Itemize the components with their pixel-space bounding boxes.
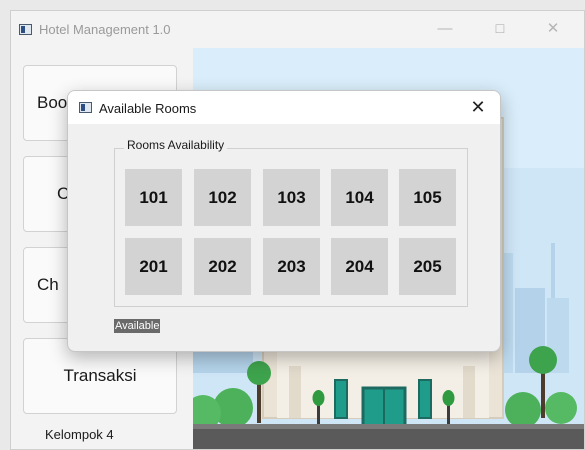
app-window-icon — [19, 24, 32, 35]
dialog-close-button[interactable]: ✕ — [466, 95, 490, 119]
room-102-tile[interactable]: 102 — [194, 169, 251, 226]
room-204-tile[interactable]: 204 — [331, 238, 388, 295]
transaksi-button-label: Transaksi — [63, 366, 137, 385]
dialog-title: Available Rooms — [99, 101, 197, 116]
rooms-availability-label: Rooms Availability — [124, 138, 228, 152]
close-button[interactable]: ✕ — [530, 17, 576, 41]
available-rooms-dialog: Available Rooms ✕ Rooms Availability 101… — [67, 90, 501, 352]
room-203-tile[interactable]: 203 — [263, 238, 320, 295]
room-103-tile[interactable]: 103 — [263, 169, 320, 226]
title-bar: Hotel Management 1.0 — ☐ ✕ — [11, 11, 584, 48]
footer-group-label: Kelompok 4 — [45, 427, 114, 442]
room-105-tile[interactable]: 105 — [399, 169, 456, 226]
room-202-tile[interactable]: 202 — [194, 238, 251, 295]
available-legend: Available — [114, 319, 161, 333]
room-101-tile[interactable]: 101 — [125, 169, 182, 226]
room-201-tile[interactable]: 201 — [125, 238, 182, 295]
room-205-tile[interactable]: 205 — [399, 238, 456, 295]
maximize-button[interactable]: ☐ — [477, 17, 523, 41]
minimize-button[interactable]: — — [422, 17, 468, 41]
window-title: Hotel Management 1.0 — [39, 22, 171, 37]
dialog-title-bar: Available Rooms ✕ — [68, 91, 500, 124]
dialog-window-icon — [79, 102, 92, 113]
room-104-tile[interactable]: 104 — [331, 169, 388, 226]
